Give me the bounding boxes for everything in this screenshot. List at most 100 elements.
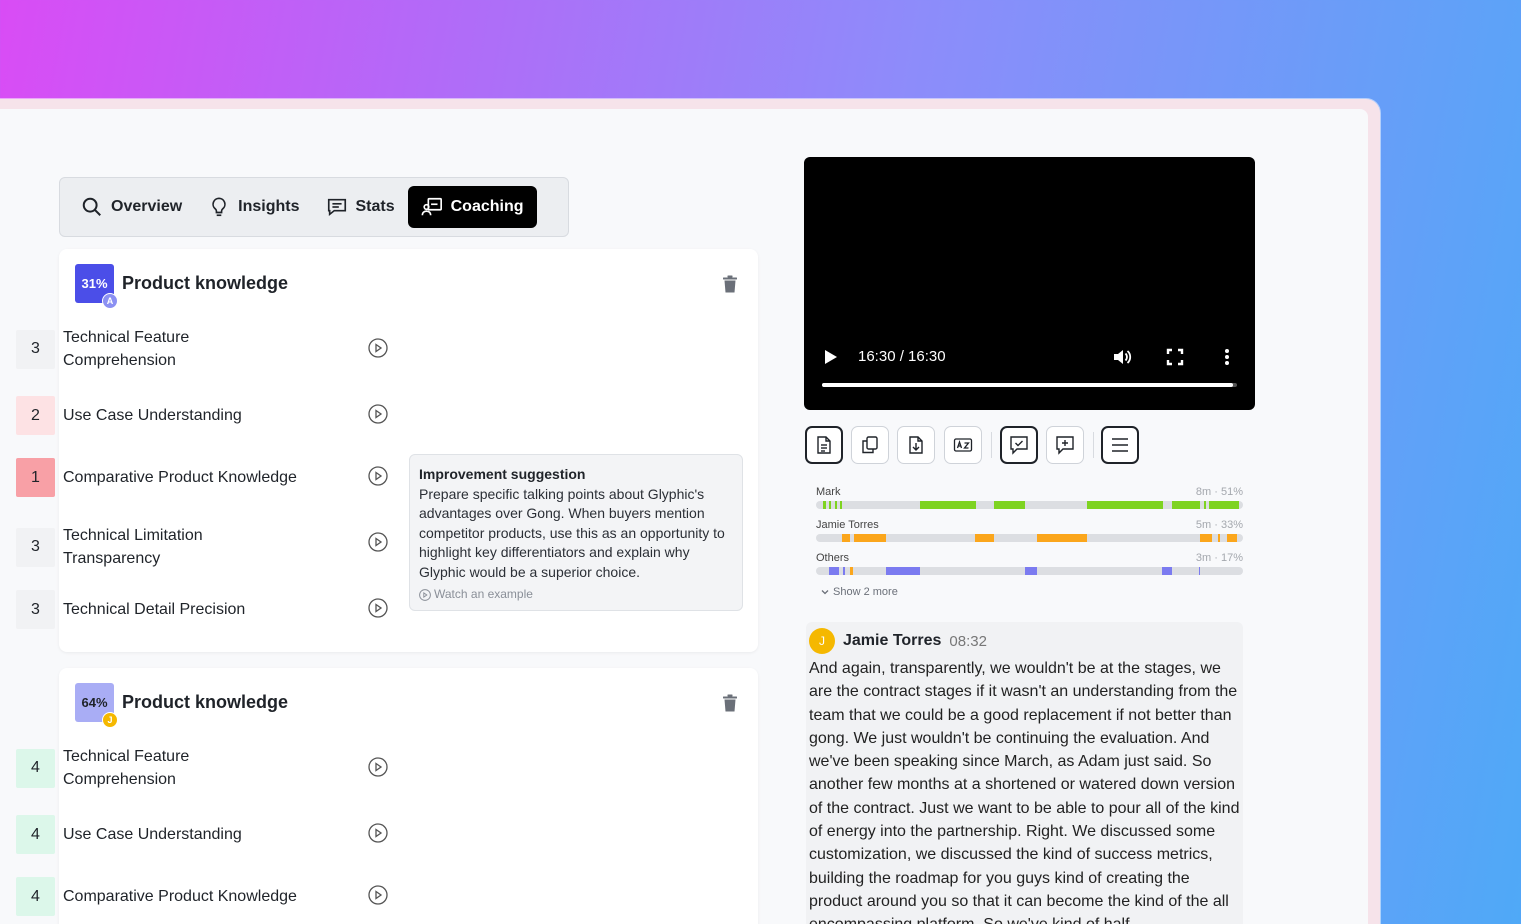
speaker-name: Others: [816, 552, 850, 564]
tab-insights[interactable]: Insights: [195, 186, 312, 228]
talk-segment: [823, 501, 826, 509]
menu-button[interactable]: [1101, 426, 1139, 464]
transcript-doc-button[interactable]: [805, 426, 843, 464]
talk-segment: [1227, 534, 1237, 542]
feedback-check-button[interactable]: [1000, 426, 1038, 464]
more-vertical-icon[interactable]: [1223, 348, 1231, 366]
play-circle-icon[interactable]: [368, 466, 388, 486]
criterion-score: 4: [16, 815, 55, 854]
play-circle-icon[interactable]: [368, 885, 388, 905]
criterion-row: 3 Technical Feature Comprehension: [16, 326, 303, 372]
watch-example-label: Watch an example: [434, 587, 533, 601]
add-comment-button[interactable]: [1046, 426, 1084, 464]
tab-stats[interactable]: Stats: [313, 186, 408, 228]
talk-segment: [994, 501, 1025, 509]
talk-segment: [843, 567, 845, 575]
video-time: 16:30 / 16:30: [858, 348, 946, 365]
criterion-score: 4: [16, 748, 55, 788]
copy-button[interactable]: [851, 426, 889, 464]
score-percent: 31%: [81, 276, 108, 291]
watch-example-link[interactable]: Watch an example: [419, 585, 733, 605]
download-icon: [909, 436, 923, 454]
copy-icon: [862, 436, 878, 454]
video-player[interactable]: 16:30 / 16:30: [804, 157, 1255, 410]
talk-segment: [1209, 501, 1239, 509]
talk-segment: [1218, 534, 1220, 542]
tab-label: Stats: [355, 198, 395, 215]
fullscreen-icon[interactable]: [1166, 348, 1184, 366]
play-circle-icon[interactable]: [368, 757, 388, 777]
avatar: J: [102, 712, 118, 728]
criterion-label: Comparative Product Knowledge: [63, 469, 297, 486]
talk-segment: [886, 567, 920, 575]
criterion-row: 4 Use Case Understanding: [16, 815, 303, 854]
criterion-label: Technical Feature Comprehension: [63, 329, 190, 369]
talk-segment: [920, 501, 976, 509]
search-icon: [82, 197, 101, 216]
speaker-timeline[interactable]: [816, 567, 1243, 575]
talk-segment: [840, 501, 842, 509]
translate-button[interactable]: [944, 426, 982, 464]
toolbar-divider: [1093, 432, 1094, 458]
criterion-score: 4: [16, 877, 55, 916]
scorecard-header: 31% A Product knowledge: [75, 264, 289, 309]
criterion-row: 3 Technical Limitation Transparency: [16, 524, 303, 570]
talk-segment: [850, 567, 853, 575]
transcript-header: J Jamie Torres 08:32: [809, 628, 1240, 654]
tab-bar: Overview Insights Stats Coaching: [59, 177, 569, 237]
translate-icon: [953, 438, 973, 452]
coaching-icon: [421, 197, 442, 216]
speaker-name: Jamie Torres: [816, 519, 879, 531]
play-circle-icon[interactable]: [368, 338, 388, 358]
speaker-timeline[interactable]: [816, 501, 1243, 509]
criterion-row: 4 Technical Feature Comprehension: [16, 745, 303, 791]
show-more-toggle[interactable]: Show 2 more: [820, 586, 898, 598]
talk-segment: [854, 534, 886, 542]
talk-segment: [1037, 534, 1087, 542]
tab-coaching[interactable]: Coaching: [407, 186, 537, 228]
criterion-label: Technical Limitation Transparency: [63, 527, 203, 567]
criterion-row: 1 Comparative Product Knowledge: [16, 458, 303, 497]
transcript-text: And again, transparently, we wouldn't be…: [809, 660, 1240, 924]
trash-icon[interactable]: [722, 694, 738, 712]
download-button[interactable]: [897, 426, 935, 464]
scorecard-title: Product knowledge: [122, 273, 289, 293]
criterion-score: 2: [16, 396, 55, 435]
menu-lines-icon: [1112, 438, 1128, 452]
video-progress-bar[interactable]: [822, 383, 1237, 387]
transcript-entry: J Jamie Torres 08:32 And again, transpar…: [806, 622, 1243, 924]
criterion-label: Technical Feature Comprehension: [63, 748, 190, 788]
tab-overview[interactable]: Overview: [68, 186, 195, 228]
play-circle-icon: [419, 588, 431, 601]
talk-segment: [842, 534, 850, 542]
speaker-stat: 5m · 33%: [1195, 519, 1243, 531]
criterion-score: 3: [16, 329, 55, 369]
criterion-label: Technical Detail Precision: [63, 601, 246, 618]
speaker-row-mark: Mark 8m · 51%: [816, 486, 1243, 509]
play-circle-icon[interactable]: [368, 598, 388, 618]
transcript-timestamp[interactable]: 08:32: [949, 633, 987, 650]
talk-segment: [1204, 501, 1206, 509]
comment-check-icon: [1010, 436, 1028, 455]
play-circle-icon[interactable]: [368, 532, 388, 552]
speaker-stat: 8m · 51%: [1195, 486, 1243, 498]
talk-segment: [835, 501, 837, 509]
play-circle-icon[interactable]: [368, 823, 388, 843]
speaker-row-jamie-torres: Jamie Torres 5m · 33%: [816, 519, 1243, 542]
play-circle-icon[interactable]: [368, 404, 388, 424]
talk-segment: [1199, 567, 1200, 575]
lightbulb-icon: [212, 197, 226, 217]
trash-icon[interactable]: [722, 275, 738, 293]
talk-segment: [975, 534, 994, 542]
play-icon[interactable]: [824, 349, 838, 365]
criterion-label: Use Case Understanding: [63, 826, 242, 843]
criterion-score: 3: [16, 527, 55, 567]
speaker-timeline[interactable]: [816, 534, 1243, 542]
score-percent-badge: 64% J: [75, 683, 118, 728]
criterion-row: 3 Technical Detail Precision: [16, 590, 303, 629]
volume-icon[interactable]: [1112, 347, 1132, 367]
avatar: A: [102, 293, 118, 309]
talk-segment: [1025, 567, 1037, 575]
document-icon: [817, 436, 831, 454]
talk-segment: [829, 501, 831, 509]
